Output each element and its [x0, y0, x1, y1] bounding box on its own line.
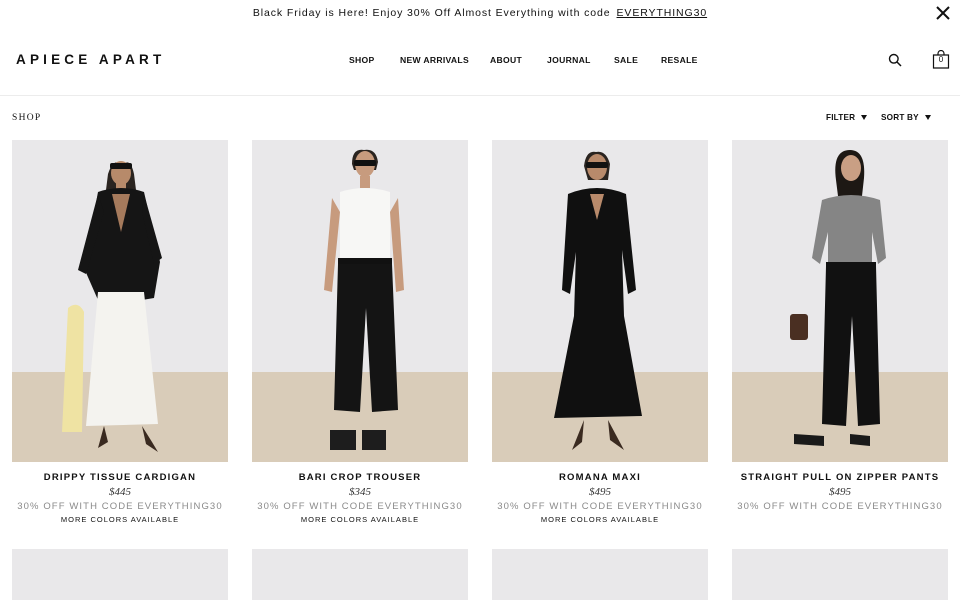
model-figure	[790, 150, 886, 446]
product-image[interactable]	[12, 549, 228, 600]
sort-label: SORT BY	[881, 113, 919, 122]
product-image[interactable]	[252, 549, 468, 600]
product-promo: 30% OFF WITH CODE EVERYTHING30	[17, 501, 223, 512]
main-nav: SHOP NEW ARRIVALS ABOUT JOURNAL SALE RES…	[0, 55, 960, 69]
product-image[interactable]	[732, 549, 948, 600]
product-name[interactable]: ROMANA MAXI	[492, 472, 708, 483]
filter-label: FILTER	[826, 113, 856, 122]
promo-banner: Black Friday is Here! Enjoy 30% Off Almo…	[0, 0, 960, 26]
model-figure	[324, 149, 404, 450]
product-price: $345	[349, 486, 371, 498]
promo-code-link[interactable]: EVERYTHING30	[617, 7, 708, 19]
nav-sale[interactable]: SALE	[614, 55, 638, 65]
product-price: $445	[109, 486, 131, 498]
caret-down-icon	[861, 115, 868, 120]
nav-new-arrivals[interactable]: NEW ARRIVALS	[400, 55, 469, 65]
filter-button[interactable]: FILTER	[826, 113, 868, 122]
listing-toolbar: SHOP FILTER SORT BY	[0, 108, 960, 128]
breadcrumb[interactable]: SHOP	[12, 113, 42, 123]
close-icon[interactable]	[934, 4, 952, 22]
more-colors-note: MORE COLORS AVAILABLE	[300, 515, 420, 524]
photo-backdrop	[252, 549, 468, 600]
sort-button[interactable]: SORT BY	[881, 113, 931, 122]
nav-shop[interactable]: SHOP	[349, 55, 375, 65]
product-name[interactable]: STRAIGHT PULL ON ZIPPER PANTS	[732, 472, 948, 483]
product-image[interactable]	[492, 549, 708, 600]
product-promo: 30% OFF WITH CODE EVERYTHING30	[737, 501, 943, 512]
product-image[interactable]	[492, 140, 708, 462]
product-image[interactable]	[732, 140, 948, 462]
model-figure	[62, 161, 162, 452]
product-card[interactable]: BARI CROP TROUSER $345 30% OFF WITH CODE…	[252, 140, 468, 524]
product-card[interactable]: ROMANA MAXI $495 30% OFF WITH CODE EVERY…	[492, 140, 708, 524]
product-price: $495	[829, 486, 851, 498]
model-figure	[554, 151, 642, 450]
product-price: $495	[589, 486, 611, 498]
product-promo: 30% OFF WITH CODE EVERYTHING30	[497, 501, 703, 512]
more-colors-note: MORE COLORS AVAILABLE	[540, 515, 660, 524]
shopping-bag-icon[interactable]: 0	[932, 49, 950, 69]
product-card[interactable]: DRIPPY TISSUE CARDIGAN $445 30% OFF WITH…	[12, 140, 228, 524]
bag-count: 0	[938, 55, 944, 64]
photo-backdrop	[732, 549, 948, 600]
product-name[interactable]: DRIPPY TISSUE CARDIGAN	[12, 472, 228, 483]
product-image[interactable]	[252, 140, 468, 462]
product-card[interactable]: STRAIGHT PULL ON ZIPPER PANTS $495 30% O…	[732, 140, 948, 512]
photo-backdrop	[492, 549, 708, 600]
promo-text: Black Friday is Here! Enjoy 30% Off Almo…	[252, 7, 611, 19]
more-colors-note: MORE COLORS AVAILABLE	[60, 515, 180, 524]
caret-down-icon	[924, 115, 931, 120]
nav-journal[interactable]: JOURNAL	[547, 55, 591, 65]
product-image[interactable]	[12, 140, 228, 462]
nav-resale[interactable]: RESALE	[661, 55, 698, 65]
nav-about[interactable]: ABOUT	[490, 55, 522, 65]
photo-backdrop	[12, 549, 228, 600]
product-promo: 30% OFF WITH CODE EVERYTHING30	[257, 501, 463, 512]
product-name[interactable]: BARI CROP TROUSER	[252, 472, 468, 483]
site-header: APIECE APART SHOP NEW ARRIVALS ABOUT JOU…	[0, 26, 960, 96]
search-icon[interactable]	[888, 53, 902, 67]
